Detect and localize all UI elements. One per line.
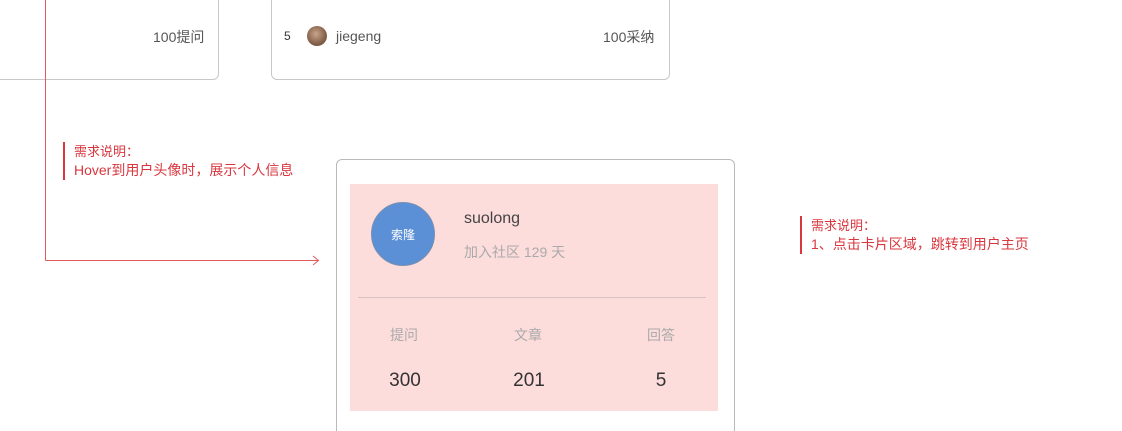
profile-username: suolong (464, 210, 521, 227)
profile-avatar: 索隆 (371, 202, 435, 266)
stat-value-questions: 300 (389, 370, 421, 391)
user-profile-popover[interactable]: 索隆 suolong 加入社区 129 天 提问 文章 回答 300 201 5 (336, 159, 735, 431)
profile-joined-days: 加入社区 129 天 (464, 244, 566, 260)
note-text: Hover到用户头像时，展示个人信息 (74, 162, 294, 178)
stat-value-articles: 201 (513, 370, 545, 391)
stat-label-articles: 文章 (514, 327, 542, 343)
requirement-note-click: 需求说明： 1、点击卡片区域，跳转到用户主页 (800, 216, 1029, 254)
stat-value-answers: 5 (655, 370, 667, 391)
note-heading: 需求说明： (74, 144, 140, 159)
stat-label-questions: 提问 (390, 327, 418, 343)
stat-label-answers: 回答 (647, 327, 675, 343)
divider (358, 297, 706, 298)
profile-card-area[interactable]: 索隆 suolong 加入社区 129 天 提问 文章 回答 300 201 5 (350, 184, 718, 411)
note-heading: 需求说明： (811, 218, 877, 233)
requirement-note-hover: 需求说明： Hover到用户头像时，展示个人信息 (63, 142, 293, 180)
avatar-text: 索隆 (390, 227, 415, 242)
note-text: 1、点击卡片区域，跳转到用户主页 (811, 236, 1029, 252)
